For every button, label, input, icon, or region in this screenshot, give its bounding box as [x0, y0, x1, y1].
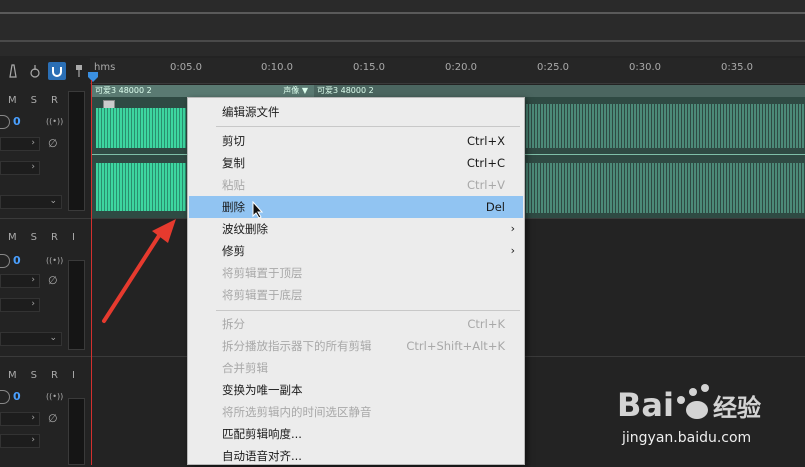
menu-item-ripple-delete[interactable]: 波纹删除 › — [189, 218, 523, 240]
input-dropdown[interactable]: › — [0, 412, 40, 426]
menu-item-merge[interactable]: 合并剪辑 — [189, 357, 523, 379]
metronome-icon[interactable] — [4, 62, 22, 80]
clip-name: 可爱3 48000 2 — [95, 86, 152, 95]
read-mode-dropdown[interactable]: ⌄ — [0, 195, 62, 209]
record-arm-button[interactable]: R — [51, 95, 58, 106]
menu-item-mute-selection[interactable]: 将所选剪辑内的时间选区静音 — [189, 401, 523, 423]
track-buttons: M S R I — [8, 95, 75, 106]
menu-separator — [216, 126, 520, 127]
menu-item-match-loudness[interactable]: 匹配剪辑响度... — [189, 423, 523, 445]
menu-item-auto-speech-align[interactable]: 自动语音对齐... — [189, 445, 523, 467]
solo-button[interactable]: S — [31, 370, 37, 381]
level-meter — [68, 260, 85, 350]
track-buttons: M S R I — [8, 370, 75, 381]
input-output-icon[interactable] — [26, 62, 44, 80]
volume-value[interactable]: 0 — [13, 254, 21, 267]
output-dropdown[interactable]: › — [0, 161, 40, 175]
input-dropdown[interactable]: › — [0, 137, 40, 151]
baidu-watermark: Bai 经验 — [615, 378, 775, 432]
waveform-channel-1 — [96, 108, 186, 148]
mouse-cursor-icon — [252, 200, 264, 223]
time-ruler[interactable]: hms 0:05.0 0:10.0 0:15.0 0:20.0 0:25.0 0… — [90, 58, 805, 84]
track-buttons: M S R I — [8, 232, 75, 243]
context-menu: 编辑源文件 剪切 Ctrl+X 复制 Ctrl+C 粘贴 Ctrl+V 删除 Del 波… — [187, 97, 525, 465]
polarity-icon[interactable]: ∅ — [48, 274, 58, 287]
ruler-label: 0:25.0 — [537, 62, 569, 73]
polarity-icon[interactable]: ∅ — [48, 137, 58, 150]
record-arm-button[interactable]: R — [51, 370, 58, 381]
menu-item-delete[interactable]: 删除 Del — [189, 196, 523, 218]
menu-item-trim[interactable]: 修剪 › — [189, 240, 523, 262]
level-meter — [68, 398, 85, 465]
mute-button[interactable]: M — [8, 370, 17, 381]
volume-value[interactable]: 0 — [13, 115, 21, 128]
menu-item-send-to-back[interactable]: 将剪辑置于底层 — [189, 284, 523, 306]
input-monitor-button[interactable]: I — [72, 370, 75, 381]
level-meter — [68, 91, 85, 211]
menu-separator — [216, 310, 520, 311]
top-panel — [0, 0, 805, 56]
snap-magnet-icon[interactable] — [48, 62, 66, 80]
track-header-3: M S R I 0 ((•)) › ∅ › — [0, 360, 90, 465]
menu-item-paste[interactable]: 粘贴 Ctrl+V — [189, 174, 523, 196]
track-tools — [0, 58, 90, 84]
ruler-label: 0:35.0 — [721, 62, 753, 73]
ruler-label: 0:20.0 — [445, 62, 477, 73]
annotation-arrow-icon — [100, 215, 180, 329]
track-header-1: M S R I 0 ((•)) › ∅ › ⌄ — [0, 85, 90, 215]
polarity-icon[interactable]: ∅ — [48, 412, 58, 425]
track-header-2: M S R I 0 ((•)) › ∅ › ⌄ — [0, 222, 90, 352]
fx-label[interactable]: ((•)) — [46, 392, 63, 401]
fx-label[interactable]: ((•)) — [46, 256, 63, 265]
menu-item-split[interactable]: 拆分 Ctrl+K — [189, 313, 523, 335]
divider — [0, 40, 805, 42]
playhead[interactable] — [91, 80, 92, 465]
menu-item-bring-to-front[interactable]: 将剪辑置于顶层 — [189, 262, 523, 284]
chevron-right-icon: › — [510, 244, 515, 257]
mute-button[interactable]: M — [8, 95, 17, 106]
volume-knob[interactable] — [0, 254, 10, 268]
svg-text:Bai: Bai — [617, 386, 674, 424]
input-dropdown[interactable]: › — [0, 274, 40, 288]
clip-title[interactable]: 可爱3 48000 2 — [314, 85, 805, 97]
watermark-url: jingyan.baidu.com — [622, 430, 752, 446]
pan-dropdown[interactable]: 声像 ▼ — [283, 85, 308, 97]
waveform-channel-2 — [526, 163, 805, 213]
volume-knob[interactable] — [0, 115, 10, 129]
record-arm-button[interactable]: R — [51, 232, 58, 243]
ruler-label: 0:30.0 — [629, 62, 661, 73]
marker-pin-icon[interactable] — [70, 62, 88, 80]
menu-item-convert-unique[interactable]: 变换为唯一副本 — [189, 379, 523, 401]
chevron-right-icon: › — [510, 222, 515, 235]
volume-knob[interactable] — [0, 390, 10, 404]
divider — [0, 12, 805, 14]
solo-button[interactable]: S — [31, 95, 37, 106]
input-monitor-button[interactable]: I — [72, 232, 75, 243]
menu-item-copy[interactable]: 复制 Ctrl+C — [189, 152, 523, 174]
mute-button[interactable]: M — [8, 232, 17, 243]
solo-button[interactable]: S — [31, 232, 37, 243]
ruler-label: 0:15.0 — [353, 62, 385, 73]
fx-label[interactable]: ((•)) — [46, 117, 63, 126]
ruler-label: 0:10.0 — [261, 62, 293, 73]
volume-value[interactable]: 0 — [13, 390, 21, 403]
waveform-channel-2 — [96, 163, 186, 211]
menu-item-split-all[interactable]: 拆分播放指示器下的所有剪辑 Ctrl+Shift+Alt+K — [189, 335, 523, 357]
output-dropdown[interactable]: › — [0, 434, 40, 448]
clip-name: 可爱3 48000 2 — [317, 86, 374, 95]
playhead-handle-icon[interactable] — [87, 68, 99, 82]
clip-title[interactable]: 可爱3 48000 2 声像 ▼ — [92, 85, 314, 97]
waveform-channel-1 — [526, 104, 805, 148]
menu-item-cut[interactable]: 剪切 Ctrl+X — [189, 130, 523, 152]
svg-text:经验: 经验 — [713, 394, 761, 422]
ruler-label: 0:05.0 — [170, 62, 202, 73]
menu-item-edit-source[interactable]: 编辑源文件 — [189, 101, 523, 123]
read-mode-dropdown[interactable]: ⌄ — [0, 332, 62, 346]
output-dropdown[interactable]: › — [0, 298, 40, 312]
